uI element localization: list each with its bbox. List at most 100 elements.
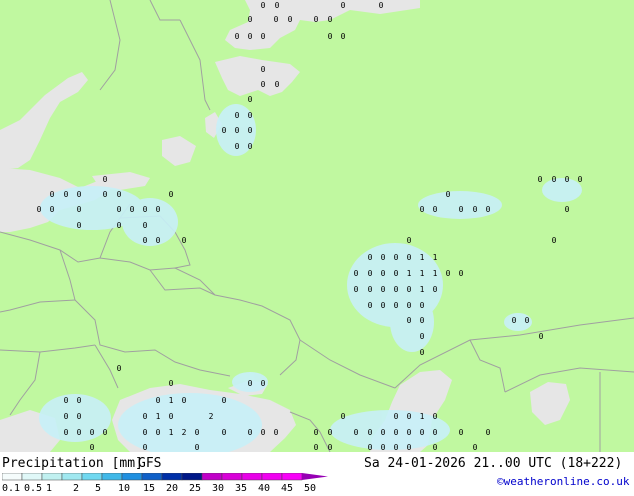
precip-area-northeast <box>542 178 582 202</box>
precip-area-balkans <box>39 394 111 442</box>
precip-value-label: 0 <box>354 285 359 294</box>
legend-swatch <box>201 473 223 481</box>
precip-value-label: 0 <box>381 253 386 262</box>
precip-value-label: 0 <box>156 428 161 437</box>
precip-value-label: 1 <box>433 269 438 278</box>
precip-value-label: 0 <box>394 269 399 278</box>
credit-link[interactable]: ©weatheronline.co.uk <box>497 475 629 488</box>
precip-value-label: 0 <box>195 428 200 437</box>
precip-value-label: 0 <box>538 175 543 184</box>
precip-value-label: 0 <box>433 205 438 214</box>
legend-label: 50 <box>304 483 317 494</box>
precip-value-label: 0 <box>222 428 227 437</box>
legend-label: 40 <box>258 483 271 494</box>
precip-value-label: 0 <box>77 205 82 214</box>
legend-label: 5 <box>95 483 102 494</box>
precip-value-label: 0 <box>407 428 412 437</box>
precip-value-label: 0 <box>407 412 412 421</box>
legend-label: 20 <box>166 483 179 494</box>
precip-value-label: 0 <box>182 396 187 405</box>
precip-value-label: 0 <box>37 205 42 214</box>
precip-value-label: 0 <box>525 316 530 325</box>
precip-value-label: 0 <box>446 190 451 199</box>
precip-value-label: 0 <box>379 1 384 10</box>
precip-value-label: 0 <box>235 126 240 135</box>
precip-value-label: 0 <box>433 428 438 437</box>
precip-value-label: 0 <box>328 443 333 452</box>
precip-value-label: 2 <box>182 428 187 437</box>
precip-value-label: 0 <box>143 221 148 230</box>
precip-value-label: 0 <box>368 301 373 310</box>
precip-value-label: 0 <box>368 443 373 452</box>
precip-value-label: 0 <box>117 364 122 373</box>
precip-value-label: 0 <box>552 236 557 245</box>
precip-value-label: 0 <box>420 316 425 325</box>
precip-value-label: 0 <box>64 412 69 421</box>
precip-value-label: 0 <box>248 32 253 41</box>
precip-value-label: 0 <box>368 269 373 278</box>
precip-value-label: 0 <box>130 205 135 214</box>
precip-value-label: 0 <box>248 15 253 24</box>
precip-value-label: 0 <box>394 301 399 310</box>
precip-value-label: 0 <box>77 428 82 437</box>
model-name: GFS <box>138 456 162 471</box>
legend-swatch <box>141 473 163 481</box>
precip-value-label: 0 <box>143 428 148 437</box>
precip-value-label: 0 <box>314 443 319 452</box>
precip-value-label: 0 <box>261 428 266 437</box>
legend-label: 1 <box>46 483 53 494</box>
precip-value-label: 0 <box>248 379 253 388</box>
legend-label: 15 <box>143 483 156 494</box>
precip-value-label: 1 <box>169 428 174 437</box>
legend-arrow <box>302 473 328 480</box>
precip-value-label: 0 <box>103 428 108 437</box>
precip-value-label: 0 <box>539 332 544 341</box>
precip-value-label: 0 <box>394 443 399 452</box>
precip-value-label: 0 <box>77 190 82 199</box>
precip-value-label: 0 <box>248 428 253 437</box>
legend-label: 2 <box>73 483 80 494</box>
precip-value-label: 0 <box>407 443 412 452</box>
precip-value-label: 0 <box>90 443 95 452</box>
precip-value-label: 0 <box>407 253 412 262</box>
precip-value-label: 0 <box>420 205 425 214</box>
precip-value-label: 0 <box>169 412 174 421</box>
precip-value-label: 0 <box>565 175 570 184</box>
precip-value-label: 0 <box>64 428 69 437</box>
precip-value-label: 1 <box>169 396 174 405</box>
precip-value-label: 0 <box>274 15 279 24</box>
precip-value-label: 1 <box>433 253 438 262</box>
precip-value-label: 1 <box>156 412 161 421</box>
precip-value-label: 0 <box>77 221 82 230</box>
precip-value-label: 0 <box>486 428 491 437</box>
precip-value-label: 0 <box>261 1 266 10</box>
map-svg: 0 0 0 00 0 0 0 00 0 0 0 000 000 00 0 00 00 0 0 0 00 0 0 0 0 0 00 0 0… <box>0 0 634 457</box>
precip-value-label: 0 <box>50 190 55 199</box>
precip-value-label: 1 <box>407 269 412 278</box>
precip-value-label: 0 <box>341 1 346 10</box>
map-title: Precipitation [mm] <box>2 456 143 471</box>
legend-swatch <box>101 473 123 481</box>
precip-value-label: 1 <box>420 269 425 278</box>
precip-value-label: 0 <box>261 65 266 74</box>
precip-value-label: 0 <box>117 205 122 214</box>
precip-value-label: 0 <box>182 236 187 245</box>
precip-value-label: 0 <box>156 236 161 245</box>
legend-swatch <box>21 473 43 481</box>
precip-value-label: 0 <box>328 32 333 41</box>
precip-value-label: 0 <box>90 428 95 437</box>
precip-value-label: 0 <box>459 205 464 214</box>
legend-swatch <box>41 473 63 481</box>
precip-value-label: 0 <box>169 379 174 388</box>
legend-label: 45 <box>281 483 294 494</box>
precip-value-label: 0 <box>354 428 359 437</box>
precip-value-label: 0 <box>368 428 373 437</box>
precip-value-label: 0 <box>394 285 399 294</box>
precip-value-label: 0 <box>261 379 266 388</box>
precip-value-label: 1 <box>420 253 425 262</box>
precip-value-label: 0 <box>156 205 161 214</box>
legend-label: 25 <box>189 483 202 494</box>
precip-value-label: 0 <box>394 412 399 421</box>
legend-swatch <box>2 473 23 481</box>
precip-value-label: 0 <box>381 443 386 452</box>
